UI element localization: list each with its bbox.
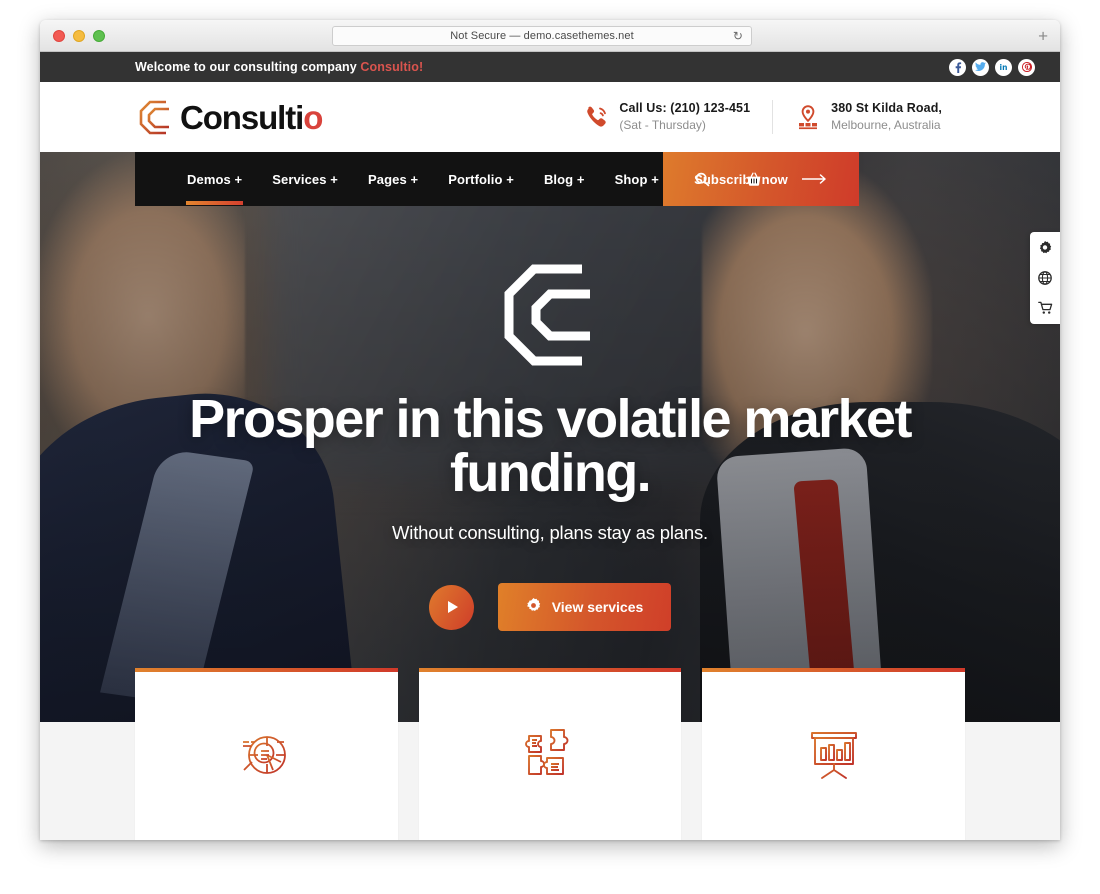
address-line-1: 380 St Kilda Road, xyxy=(831,101,942,116)
feature-cards-row xyxy=(135,668,966,840)
floating-side-toolbar xyxy=(1030,232,1060,324)
desktop-backdrop: Not Secure — demo.casethemes.net ↻ + Wel… xyxy=(0,0,1100,894)
social-links: in xyxy=(949,58,1035,76)
maximize-window-button[interactable] xyxy=(93,29,105,42)
feature-card[interactable] xyxy=(418,668,682,840)
welcome-text: Welcome to our consulting company xyxy=(135,60,361,74)
hero-heading: Prosper in this volatile market funding. xyxy=(189,389,912,503)
site-logo[interactable]: Consultio xyxy=(136,95,323,139)
pinterest-icon[interactable] xyxy=(1018,58,1035,76)
welcome-message: Welcome to our consulting company Consul… xyxy=(135,60,423,74)
site-header: Consultio Call Us: (210) 123-451 (Sat - … xyxy=(40,82,1060,152)
feature-card[interactable] xyxy=(702,668,966,840)
nav-item-services[interactable]: Services + xyxy=(272,172,338,187)
window-traffic-lights xyxy=(40,29,105,42)
phone-hours-text: (Sat - Thursday) xyxy=(619,118,706,133)
nav-item-pages[interactable]: Pages + xyxy=(368,172,418,187)
gear-icon[interactable] xyxy=(1036,239,1054,257)
hero-subheading: Without consulting, plans stay as plans. xyxy=(392,522,708,543)
feature-cards-section xyxy=(40,668,1060,840)
gear-icon xyxy=(526,598,541,616)
presentation-bar-chart-icon xyxy=(805,724,863,782)
new-tab-button[interactable]: + xyxy=(1038,27,1048,44)
facebook-icon[interactable] xyxy=(949,58,966,76)
hero-content: Prosper in this volatile market funding.… xyxy=(40,152,1060,722)
view-services-label: View services xyxy=(551,599,644,615)
globe-icon[interactable] xyxy=(1036,269,1054,287)
map-pin-icon xyxy=(795,103,821,131)
phone-number-text: Call Us: (210) 123-451 xyxy=(619,101,751,116)
reload-icon[interactable]: ↻ xyxy=(733,30,743,42)
main-navigation-bar: Demos + Services + Pages + Portfolio + B… xyxy=(40,152,1060,206)
browser-titlebar: Not Secure — demo.casethemes.net ↻ + xyxy=(40,20,1060,52)
consultio-c-monogram-icon xyxy=(136,95,178,139)
linkedin-icon[interactable]: in xyxy=(995,58,1012,76)
pie-chart-analysis-icon xyxy=(237,724,295,782)
nav-item-shop[interactable]: Shop + xyxy=(615,172,659,187)
address-bar-text: Not Secure — demo.casethemes.net xyxy=(450,30,634,42)
search-icon[interactable] xyxy=(695,172,710,187)
feature-card[interactable] xyxy=(135,668,398,840)
top-announcement-bar: Welcome to our consulting company Consul… xyxy=(40,52,1060,82)
nav-menu: Demos + Services + Pages + Portfolio + B… xyxy=(135,152,761,206)
site-logo-text: Consultio xyxy=(180,98,323,136)
browser-window: Not Secure — demo.casethemes.net ↻ + Wel… xyxy=(40,20,1060,840)
nav-item-blog[interactable]: Blog + xyxy=(544,172,585,187)
header-address-block[interactable]: 380 St Kilda Road, Melbourne, Australia xyxy=(773,99,964,135)
nav-item-demos[interactable]: Demos + xyxy=(185,172,244,205)
close-window-button[interactable] xyxy=(53,29,65,42)
play-icon xyxy=(447,601,458,613)
consultio-c-monogram-icon xyxy=(498,256,602,374)
phone-ringing-icon xyxy=(583,103,609,131)
page-viewport: Welcome to our consulting company Consul… xyxy=(40,52,1060,840)
play-video-button[interactable] xyxy=(428,584,474,630)
minimize-window-button[interactable] xyxy=(73,29,85,42)
nav-item-portfolio[interactable]: Portfolio + xyxy=(448,172,514,187)
header-contact-info: Call Us: (210) 123-451 (Sat - Thursday) xyxy=(561,99,964,135)
arrow-right-icon xyxy=(801,172,828,187)
address-line-2: Melbourne, Australia xyxy=(831,118,941,133)
header-phone-block[interactable]: Call Us: (210) 123-451 (Sat - Thursday) xyxy=(561,99,772,135)
site-logo-accent: o xyxy=(303,98,323,136)
puzzle-pieces-icon xyxy=(521,724,579,782)
twitter-icon[interactable] xyxy=(972,58,989,76)
cart-icon[interactable] xyxy=(1036,299,1054,317)
address-bar[interactable]: Not Secure — demo.casethemes.net ↻ xyxy=(332,26,752,46)
shopping-basket-icon[interactable] xyxy=(746,172,762,187)
hero-section: Demos + Services + Pages + Portfolio + B… xyxy=(40,152,1060,722)
hero-cta-group: View services xyxy=(428,583,672,631)
view-services-button[interactable]: View services xyxy=(497,583,672,631)
welcome-brand-name: Consultio! xyxy=(360,60,424,74)
